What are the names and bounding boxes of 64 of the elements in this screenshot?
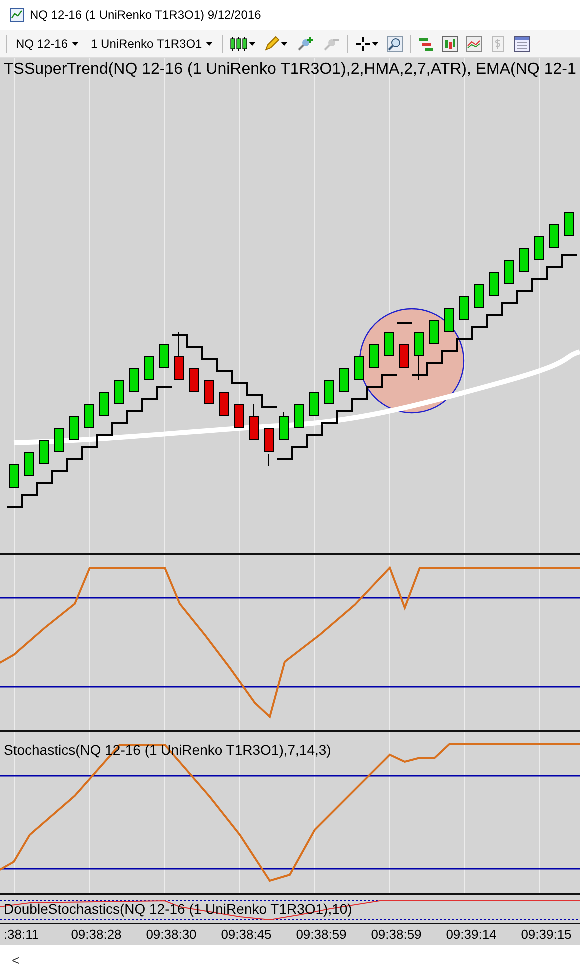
time-axis-label: 09:39:14 <box>445 926 498 944</box>
zoom-icon[interactable] <box>386 34 404 52</box>
candlestick-icon[interactable] <box>229 34 258 52</box>
caret-icon <box>372 42 380 46</box>
renko-brick <box>40 440 50 464</box>
renko-brick <box>370 344 380 368</box>
renko-brick <box>550 224 560 248</box>
renko-brick <box>354 356 364 380</box>
renko-brick <box>220 392 230 416</box>
line-chart-icon[interactable] <box>465 34 484 52</box>
time-axis-label: 09:38:59 <box>370 926 423 944</box>
renko-brick <box>114 380 124 404</box>
time-axis-label: 09:38:59 <box>295 926 348 944</box>
caret-icon <box>249 42 256 46</box>
time-axis-label: 09:38:30 <box>145 926 198 944</box>
caret-icon <box>206 42 214 46</box>
renko-brick <box>504 260 514 284</box>
renko-brick <box>280 412 290 440</box>
renko-brick <box>400 344 410 368</box>
time-axis-label: 09:39:15 <box>520 926 573 944</box>
renko-brick <box>100 392 110 416</box>
renko-brick <box>430 320 440 344</box>
indicator-label: TSSuperTrend(NQ 12-16 (1 UniRenko T1R3O1),2,HMA,2,7,ATR), EMA(NQ 12-1 <box>4 61 576 79</box>
renko-brick <box>264 428 274 466</box>
renko-brick <box>294 404 304 428</box>
time-axis-label: :38:11 <box>2 926 40 944</box>
chart-window-icon <box>10 8 24 22</box>
renko-brick <box>130 368 140 392</box>
renko-brick <box>444 308 454 332</box>
renko-brick <box>10 464 20 488</box>
renko-brick <box>474 284 484 308</box>
renko-brick <box>564 212 574 236</box>
instrument-dropdown[interactable]: NQ 12-16 <box>13 34 82 52</box>
renko-brick <box>250 404 260 440</box>
time-axis-label: 09:38:28 <box>70 926 123 944</box>
crosshair-icon[interactable] <box>354 34 380 52</box>
renko-brick <box>324 380 334 404</box>
renko-brick <box>144 356 154 380</box>
data-box-icon[interactable] <box>513 34 532 52</box>
chart-panel-icon[interactable] <box>441 34 460 52</box>
renko-brick <box>490 272 500 296</box>
renko-brick <box>204 380 214 404</box>
window-title: NQ 12-16 (1 UniRenko T1R3O1) 9/12/2016 <box>30 8 262 22</box>
pencil-icon[interactable] <box>263 34 290 52</box>
scroll-left-button[interactable]: < <box>8 953 24 968</box>
renko-brick <box>174 332 184 380</box>
renko-brick <box>520 248 530 272</box>
renko-brick <box>70 416 80 440</box>
caret-icon <box>72 42 80 46</box>
renko-brick <box>160 344 170 368</box>
renko-brick <box>54 428 64 452</box>
renko-brick <box>84 404 94 428</box>
time-axis-label: 09:38:45 <box>220 926 273 944</box>
renko-brick <box>310 392 320 416</box>
renko-brick <box>234 404 244 428</box>
renko-brick <box>534 236 544 260</box>
renko-brick <box>460 296 470 320</box>
caret-icon <box>281 42 288 46</box>
renko-brick <box>24 452 34 476</box>
renko-brick <box>414 332 424 380</box>
renko-brick <box>340 368 350 392</box>
period-dropdown[interactable]: 1 UniRenko T1R3O1 <box>88 34 216 52</box>
renko-brick <box>190 368 200 392</box>
renko-brick <box>384 332 394 356</box>
